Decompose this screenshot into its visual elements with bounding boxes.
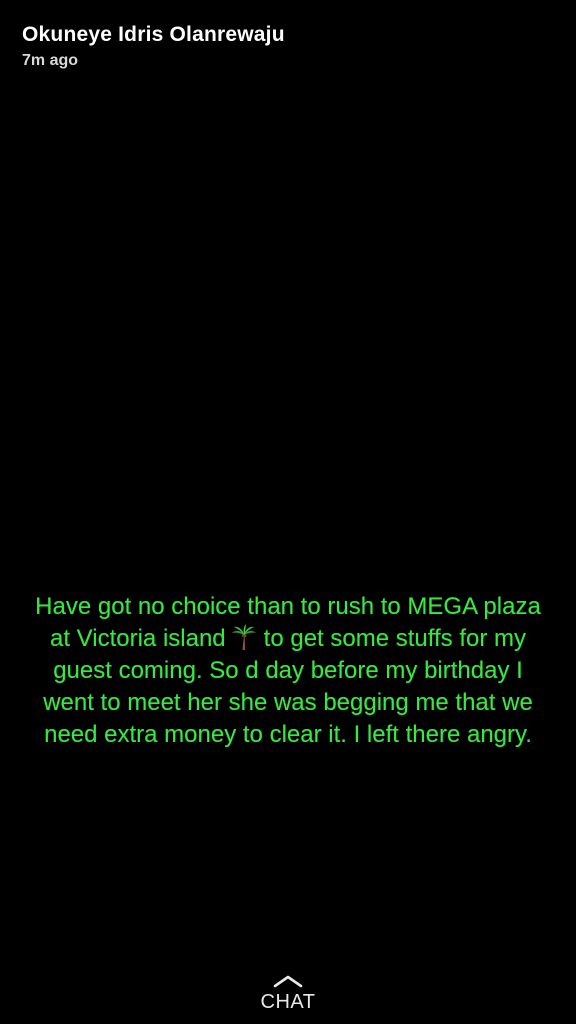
story-caption: Have got no choice than to rush to MEGA … xyxy=(0,591,576,751)
story-header: Okuneye Idris Olanrewaju 7m ago xyxy=(22,20,542,72)
caption-line-2: at Victoria island to get some stuffs fo… xyxy=(8,623,568,655)
chat-label[interactable]: CHAT xyxy=(238,990,338,1014)
caption-line-5: need extra money to clear it. I left the… xyxy=(44,721,532,748)
caption-line-2-end: to get some stuffs for my xyxy=(263,625,526,652)
caption-line-4: went to meet her she was begging me that… xyxy=(43,689,533,716)
caption-line-3: guest coming. So d day before my birthda… xyxy=(53,657,523,684)
palm-tree-icon xyxy=(230,623,258,651)
chat-button[interactable]: CHAT xyxy=(238,972,338,1018)
chevron-up-icon[interactable] xyxy=(272,974,304,988)
caption-line-2-start: at Victoria island xyxy=(50,625,226,652)
sender-name: Okuneye Idris Olanrewaju xyxy=(22,23,285,46)
story-timestamp: 7m ago xyxy=(22,52,79,69)
caption-line-1: Have got no choice than to rush to MEGA … xyxy=(35,593,541,620)
story-screen[interactable]: Okuneye Idris Olanrewaju 7m ago Have got… xyxy=(0,0,576,1024)
